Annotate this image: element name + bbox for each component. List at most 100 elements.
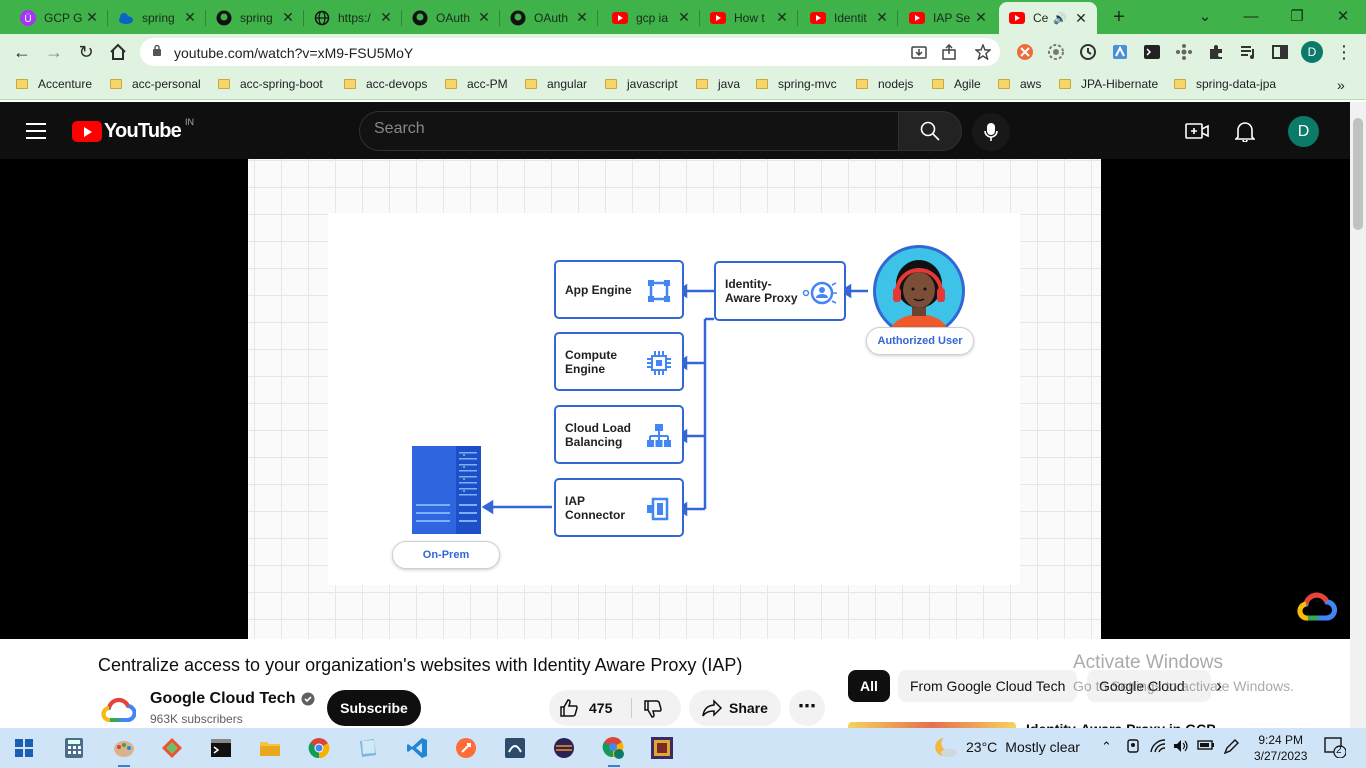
- browser-tab-active[interactable]: Ce 🔊 ✕: [999, 2, 1097, 34]
- camera-icon[interactable]: [1126, 739, 1140, 756]
- bookmark-folder[interactable]: javascript: [605, 77, 678, 91]
- eclipse-icon[interactable]: [550, 734, 578, 762]
- side-panel-icon[interactable]: [1269, 42, 1291, 62]
- browser-tab[interactable]: https:/ ✕: [304, 4, 402, 31]
- new-tab-button[interactable]: +: [1100, 4, 1138, 30]
- extension-clock-icon[interactable]: [1077, 42, 1099, 62]
- close-tab-icon[interactable]: ✕: [84, 9, 100, 26]
- browser-tab[interactable]: gcp ia ✕: [602, 4, 700, 31]
- profile-avatar[interactable]: D: [1301, 41, 1323, 63]
- git-kraken-icon[interactable]: [158, 734, 186, 762]
- bookmark-folder[interactable]: nodejs: [856, 77, 913, 91]
- channel-name[interactable]: Google Cloud Tech: [150, 690, 315, 708]
- search-button[interactable]: [898, 111, 962, 151]
- postman-icon[interactable]: [452, 734, 480, 762]
- chrome-icon[interactable]: [305, 734, 333, 762]
- wifi-icon[interactable]: [1150, 739, 1166, 756]
- bookmarks-overflow-button[interactable]: »: [1337, 77, 1345, 93]
- scrollbar-thumb[interactable]: [1353, 118, 1363, 230]
- home-icon[interactable]: [104, 39, 132, 65]
- close-window-icon[interactable]: ✕: [1320, 4, 1366, 30]
- extensions-puzzle-icon[interactable]: [1205, 42, 1227, 62]
- bookmark-folder[interactable]: JPA-Hibernate: [1059, 77, 1158, 91]
- share-button[interactable]: Share: [689, 690, 781, 726]
- pen-icon[interactable]: [1223, 739, 1239, 758]
- browser-tab[interactable]: spring ✕: [108, 4, 206, 31]
- tray-overflow-icon[interactable]: ⌃: [1101, 739, 1112, 755]
- install-app-icon[interactable]: [908, 42, 930, 62]
- forward-icon[interactable]: →: [40, 39, 68, 65]
- extension-terminal-icon[interactable]: [1141, 42, 1163, 62]
- minimize-icon[interactable]: —: [1228, 4, 1274, 30]
- dislike-icon[interactable]: [643, 699, 663, 719]
- reload-icon[interactable]: ↻: [72, 39, 100, 65]
- video-player[interactable]: App Engine Compute Engine Cloud Load Balan…: [0, 159, 1350, 639]
- extension-orange-icon[interactable]: [1014, 42, 1036, 62]
- browser-tab[interactable]: IAP Se ✕: [899, 4, 997, 31]
- close-tab-icon[interactable]: ✕: [182, 9, 198, 26]
- bookmark-folder[interactable]: Accenture: [16, 77, 92, 91]
- tab-search-icon[interactable]: ⌄: [1182, 4, 1228, 30]
- weather-widget[interactable]: 23°C Mostly clear: [932, 736, 1080, 758]
- media-control-icon[interactable]: [1237, 42, 1259, 62]
- youtube-account-avatar[interactable]: D: [1288, 116, 1319, 147]
- like-icon[interactable]: [559, 698, 579, 718]
- close-tab-icon[interactable]: ✕: [774, 9, 790, 26]
- bookmark-folder[interactable]: acc-PM: [445, 77, 508, 91]
- bookmark-folder[interactable]: java: [696, 77, 740, 91]
- chip-all[interactable]: All: [848, 670, 890, 702]
- extension-gear-icon[interactable]: [1045, 42, 1067, 62]
- close-tab-icon[interactable]: ✕: [574, 9, 590, 26]
- close-tab-icon[interactable]: ✕: [676, 9, 692, 26]
- close-tab-icon[interactable]: ✕: [476, 9, 492, 26]
- browser-tab[interactable]: OAuth ✕: [500, 4, 598, 31]
- kebab-menu-icon[interactable]: ⋮: [1333, 42, 1355, 62]
- paint-icon[interactable]: [110, 734, 138, 767]
- sql-developer-icon[interactable]: [501, 734, 529, 762]
- chrome-profile-icon[interactable]: [600, 734, 628, 767]
- page-scrollbar[interactable]: [1350, 102, 1366, 728]
- channel-logo[interactable]: [100, 690, 136, 726]
- create-video-icon[interactable]: [1185, 119, 1209, 143]
- chip-from-channel[interactable]: From Google Cloud Tech: [898, 670, 1078, 702]
- subscribe-button[interactable]: Subscribe: [327, 690, 421, 726]
- browser-tab[interactable]: Ü GCP G ✕: [10, 4, 108, 31]
- file-explorer-icon[interactable]: [256, 734, 284, 762]
- system-clock[interactable]: 9:24 PM 3/27/2023: [1254, 732, 1307, 764]
- vscode-icon[interactable]: [403, 734, 431, 762]
- extension-network-icon[interactable]: [1173, 42, 1195, 62]
- browser-tab[interactable]: OAuth ✕: [402, 4, 500, 31]
- bookmark-folder[interactable]: aws: [998, 77, 1041, 91]
- bookmark-folder[interactable]: acc-devops: [344, 77, 427, 91]
- bookmark-star-icon[interactable]: [972, 42, 994, 62]
- bookmark-folder[interactable]: spring-data-jpa: [1174, 77, 1276, 91]
- browser-tab[interactable]: spring ✕: [206, 4, 304, 31]
- youtube-logo[interactable]: YouTube IN: [72, 117, 194, 143]
- volume-icon[interactable]: [1173, 739, 1189, 756]
- speaker-icon[interactable]: 🔊: [1053, 12, 1067, 25]
- command-prompt-icon[interactable]: [207, 734, 235, 762]
- search-input[interactable]: [374, 120, 874, 138]
- calculator-icon[interactable]: [60, 734, 88, 762]
- bookmark-folder[interactable]: acc-spring-boot: [218, 77, 323, 91]
- extension-blue-icon[interactable]: [1109, 42, 1131, 62]
- close-tab-icon[interactable]: ✕: [280, 9, 296, 26]
- battery-icon[interactable]: [1197, 739, 1215, 754]
- notification-center-icon[interactable]: 2: [1324, 736, 1347, 761]
- close-tab-icon[interactable]: ✕: [1073, 10, 1089, 27]
- browser-tab[interactable]: Identit ✕: [800, 4, 898, 31]
- notepad-icon[interactable]: [354, 734, 382, 762]
- close-tab-icon[interactable]: ✕: [874, 9, 890, 26]
- browser-tab[interactable]: How t ✕: [700, 4, 798, 31]
- game-icon[interactable]: [648, 734, 676, 762]
- bookmark-folder[interactable]: angular: [525, 77, 587, 91]
- hamburger-menu-icon[interactable]: [26, 123, 46, 144]
- back-icon[interactable]: ←: [8, 39, 36, 65]
- bookmark-folder[interactable]: Agile: [932, 77, 981, 91]
- close-tab-icon[interactable]: ✕: [973, 9, 989, 26]
- close-tab-icon[interactable]: ✕: [378, 9, 394, 26]
- bookmark-folder[interactable]: spring-mvc: [756, 77, 837, 91]
- windows-start-icon[interactable]: [10, 734, 38, 762]
- notifications-bell-icon[interactable]: [1233, 119, 1257, 143]
- lock-icon[interactable]: [152, 44, 162, 62]
